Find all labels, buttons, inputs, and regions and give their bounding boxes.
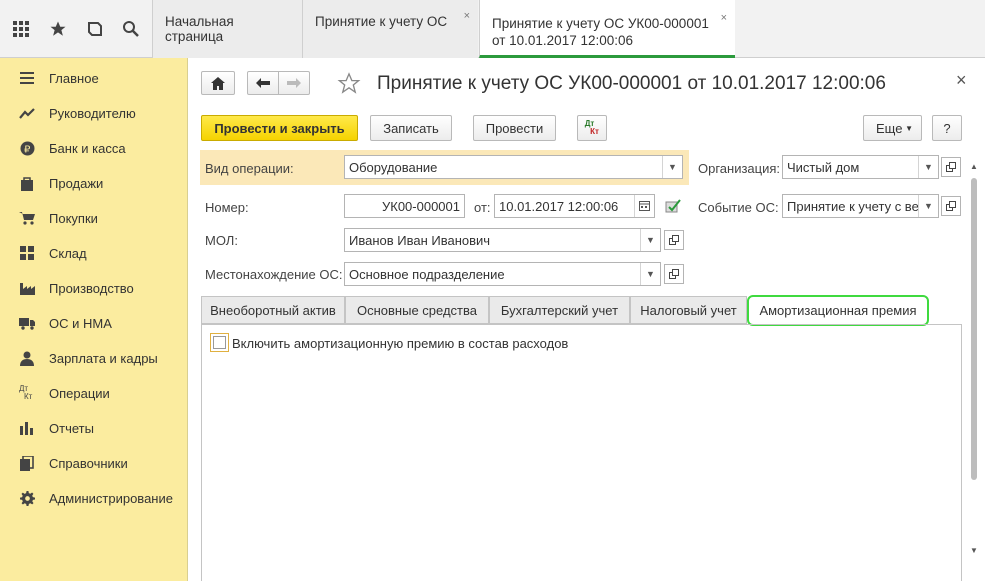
search-icon[interactable] <box>114 0 148 58</box>
scrollbar-thumb[interactable] <box>971 178 977 480</box>
organization-label: Организация: <box>698 161 781 176</box>
checkbox-label: Включить амортизационную премию в состав… <box>232 336 569 351</box>
tab-home[interactable]: Начальная страница <box>152 0 302 58</box>
favorite-star-icon[interactable] <box>337 72 361 98</box>
open-organization-icon[interactable] <box>941 157 961 177</box>
scrollbar[interactable]: ▲ ▼ <box>970 162 978 562</box>
number-field[interactable]: УК00-000001 <box>344 194 465 218</box>
sidebar-item-admin[interactable]: Администрирование <box>0 483 188 513</box>
tab-noncurrent-asset[interactable]: Внеоборотный актив <box>201 296 345 324</box>
gear-icon <box>19 490 35 506</box>
more-button[interactable]: Еще ▼ <box>863 115 922 141</box>
books-icon <box>19 455 35 471</box>
location-field[interactable]: Основное подразделение ▼ <box>344 262 661 286</box>
svg-text:₽: ₽ <box>24 144 31 155</box>
operation-type-field[interactable]: Оборудование ▼ <box>344 155 683 179</box>
location-label: Местонахождение ОС: <box>205 267 343 282</box>
favorites-star-icon[interactable] <box>41 0 75 58</box>
bar-chart-icon <box>19 420 35 436</box>
sidebar-item-catalogs[interactable]: Справочники <box>0 448 188 478</box>
post-and-close-button[interactable]: Провести и закрыть <box>201 115 358 141</box>
mol-field[interactable]: Иванов Иван Иванович ▼ <box>344 228 661 252</box>
home-button[interactable] <box>201 71 235 95</box>
sidebar-item-reports[interactable]: Отчеты <box>0 413 188 443</box>
tab-os-document[interactable]: Принятие к учету ОС УК00-000001 от 10.01… <box>479 0 735 58</box>
close-icon[interactable]: × <box>721 10 727 27</box>
apps-grid-icon[interactable] <box>4 0 38 58</box>
sidebar-item-main[interactable]: Главное <box>0 63 188 93</box>
tab-label: Начальная страница <box>165 14 234 44</box>
check-icon[interactable] <box>665 199 681 216</box>
tab-fixed-assets[interactable]: Основные средства <box>345 296 489 324</box>
tab-label-line2: от 10.01.2017 12:00:06 <box>492 33 634 48</box>
dropdown-icon[interactable]: ▼ <box>640 229 660 251</box>
open-location-icon[interactable] <box>664 264 684 284</box>
sidebar-item-manager[interactable]: Руководителю <box>0 98 188 128</box>
sidebar: Главное Руководителю ₽ Банк и касса Прод… <box>0 58 188 581</box>
tab-depreciation-bonus[interactable]: Амортизационная премия <box>747 295 929 326</box>
dt-kt-icon[interactable]: Дт Кт <box>577 115 607 141</box>
event-field[interactable]: Принятие к учету с ве ▼ <box>782 194 939 218</box>
post-button[interactable]: Провести <box>473 115 556 141</box>
dropdown-icon[interactable]: ▼ <box>918 195 938 217</box>
open-event-icon[interactable] <box>941 196 961 216</box>
tab-accounting[interactable]: Бухгалтерский учет <box>489 296 630 324</box>
sidebar-item-sales[interactable]: Продажи <box>0 168 188 198</box>
top-bar: Начальная страница Принятие к учету ОС ×… <box>0 0 985 58</box>
person-icon <box>19 350 35 366</box>
document-form: Принятие к учету ОС УК00-000001 от 10.01… <box>189 58 985 581</box>
dt-kt-icon: Дт Кт <box>19 384 33 401</box>
close-icon[interactable]: × <box>956 70 967 91</box>
history-icon[interactable] <box>78 0 112 58</box>
tab-tax-accounting[interactable]: Налоговый учет <box>630 296 747 324</box>
menu-lines-icon <box>19 70 35 86</box>
tab-os-list[interactable]: Принятие к учету ОС × <box>302 0 478 58</box>
operation-type-label: Вид операции: <box>205 161 294 176</box>
ruble-coin-icon: ₽ <box>19 140 35 156</box>
sidebar-item-warehouse[interactable]: Склад <box>0 238 188 268</box>
forward-button[interactable] <box>278 71 310 95</box>
help-button[interactable]: ? <box>932 115 962 141</box>
sidebar-item-assets[interactable]: ОС и НМА <box>0 308 188 338</box>
open-mol-icon[interactable] <box>664 230 684 250</box>
organization-field[interactable]: Чистый дом ▼ <box>782 155 939 179</box>
tab-label: Принятие к учету ОС <box>315 14 448 29</box>
depreciation-bonus-checkbox[interactable] <box>210 333 229 352</box>
page-title: Принятие к учету ОС УК00-000001 от 10.01… <box>377 73 886 94</box>
save-button[interactable]: Записать <box>370 115 452 141</box>
mol-label: МОЛ: <box>205 233 238 248</box>
dropdown-icon[interactable]: ▼ <box>640 263 660 285</box>
scroll-down-icon[interactable]: ▼ <box>970 546 978 555</box>
sidebar-item-operations[interactable]: Дт Кт Операции <box>0 378 188 408</box>
cart-icon <box>19 210 35 226</box>
shopping-bag-icon <box>19 175 35 191</box>
number-label: Номер: <box>205 200 249 215</box>
trend-icon <box>19 105 35 121</box>
tab-panel <box>201 324 962 581</box>
sidebar-item-bank[interactable]: ₽ Банк и касса <box>0 133 188 163</box>
sidebar-item-salary[interactable]: Зарплата и кадры <box>0 343 188 373</box>
calendar-icon[interactable] <box>634 195 654 217</box>
sidebar-item-production[interactable]: Производство <box>0 273 188 303</box>
factory-icon <box>19 280 35 296</box>
back-button[interactable] <box>247 71 279 95</box>
scroll-up-icon[interactable]: ▲ <box>970 162 978 171</box>
truck-icon <box>19 315 35 331</box>
dropdown-icon[interactable]: ▼ <box>918 156 938 178</box>
close-icon[interactable]: × <box>464 10 470 22</box>
date-field[interactable]: 10.01.2017 12:00:06 <box>494 194 655 218</box>
tab-label-line1: Принятие к учету ОС УК00-000001 <box>492 16 709 31</box>
sidebar-item-purchases[interactable]: Покупки <box>0 203 188 233</box>
date-label: от: <box>474 200 491 215</box>
event-label: Событие ОС: <box>698 200 779 215</box>
dropdown-icon[interactable]: ▼ <box>662 156 682 178</box>
chevron-down-icon: ▼ <box>905 123 913 133</box>
warehouse-icon <box>19 245 35 261</box>
